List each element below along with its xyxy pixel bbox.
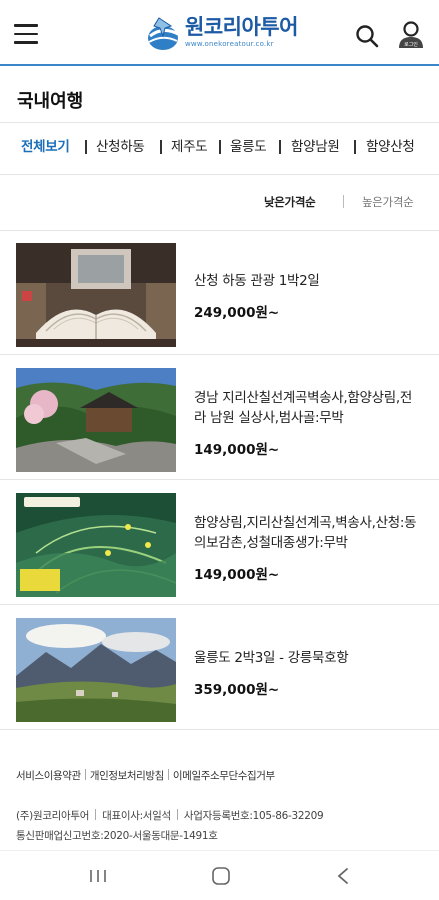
product-image[interactable]	[16, 618, 176, 722]
footer-separator	[84, 769, 86, 780]
footer-separator	[167, 769, 169, 780]
footer-link-privacy[interactable]: 개인정보처리방침	[90, 770, 164, 782]
category-separator	[85, 140, 87, 154]
footer-link-terms[interactable]: 서비스이용약관	[16, 770, 81, 782]
footer-ceo: 대표이사:서일석	[102, 810, 171, 822]
divider	[0, 122, 439, 123]
category-separator	[219, 140, 221, 154]
product-title[interactable]: 함양상림,지리산칠선계곡,벽송사,산청:동의보감촌,성철대종생가:무박	[194, 513, 424, 553]
product-price: 149,000원~	[194, 442, 280, 458]
product-title[interactable]: 울릉도 2박3일 - 강릉묵호항	[194, 648, 424, 668]
product-image[interactable]	[16, 368, 176, 472]
search-icon[interactable]	[355, 24, 379, 48]
sort-high-price[interactable]: 높은가격순	[362, 194, 414, 210]
user-badge-text: 로그인	[404, 41, 418, 48]
footer-biz-number: 사업자등록번호:105-86-32209	[183, 810, 324, 822]
app-header: 원코리아투어 www.onekoreatour.co.kr 로그인	[0, 0, 439, 66]
home-icon[interactable]	[211, 866, 231, 886]
category-hamyang-namwon[interactable]: 함양남원	[291, 136, 340, 158]
site-logo[interactable]: 원코리아투어 www.onekoreatour.co.kr	[145, 14, 298, 58]
product-item[interactable]: 산청 하동 관광 1박2일 249,000원~	[0, 231, 439, 355]
page-title: 국내여행	[17, 91, 84, 112]
category-ulleungdo[interactable]: 울릉도	[230, 136, 267, 158]
footer-company-info: (주)원코리아투어 대표이사:서일석 사업자등록번호:105-86-32209	[16, 808, 324, 823]
product-image[interactable]	[16, 243, 176, 347]
product-item[interactable]: 울릉도 2박3일 - 강릉묵호항 359,000원~	[0, 606, 439, 730]
footer-mail-order-number: 통신판매업신고번호:2020-서울동대문-1491호	[16, 830, 218, 842]
footer-company: (주)원코리아투어	[16, 810, 90, 822]
product-price: 249,000원~	[194, 305, 280, 321]
sort-low-price[interactable]: 낮은가격순	[264, 194, 316, 210]
category-nav: 전체보기 산청하동 제주도 울릉도 함양남원 함양산청	[0, 136, 439, 158]
recent-apps-icon[interactable]	[89, 869, 107, 883]
logo-mark-icon	[148, 17, 179, 50]
footer-links: 서비스이용약관 개인정보처리방침 이메일주소무단수집거부	[16, 768, 275, 783]
divider	[0, 174, 439, 175]
footer-link-email-policy[interactable]: 이메일주소무단수집거부	[173, 770, 275, 782]
category-all[interactable]: 전체보기	[21, 136, 70, 158]
category-separator	[354, 140, 356, 154]
product-price: 149,000원~	[194, 567, 280, 583]
footer-separator	[176, 809, 178, 820]
hamburger-menu-icon[interactable]	[14, 24, 38, 44]
category-jeju[interactable]: 제주도	[171, 136, 208, 158]
footer-separator	[95, 809, 97, 820]
sort-separator	[343, 195, 344, 208]
back-icon[interactable]	[336, 867, 350, 885]
logo-text: 원코리아투어	[185, 15, 298, 39]
category-separator	[160, 140, 162, 154]
user-login-icon[interactable]: 로그인	[396, 20, 426, 50]
product-title[interactable]: 경남 지리산칠선계곡벽송사,함양상림,전라 남원 실상사,범사골:무박	[194, 388, 424, 428]
system-nav-bar	[0, 850, 439, 900]
category-separator	[279, 140, 281, 154]
category-hamyang-sancheong[interactable]: 함양산청	[366, 136, 415, 158]
product-image[interactable]	[16, 493, 176, 597]
product-item[interactable]: 경남 지리산칠선계곡벽송사,함양상림,전라 남원 실상사,범사골:무박 149,…	[0, 356, 439, 480]
logo-url: www.onekoreatour.co.kr	[185, 40, 274, 48]
product-title[interactable]: 산청 하동 관광 1박2일	[194, 271, 424, 291]
product-price: 359,000원~	[194, 682, 280, 698]
category-sancheong-hadong[interactable]: 산청하동	[96, 136, 145, 158]
product-item[interactable]: 함양상림,지리산칠선계곡,벽송사,산청:동의보감촌,성철대종생가:무박 149,…	[0, 481, 439, 605]
